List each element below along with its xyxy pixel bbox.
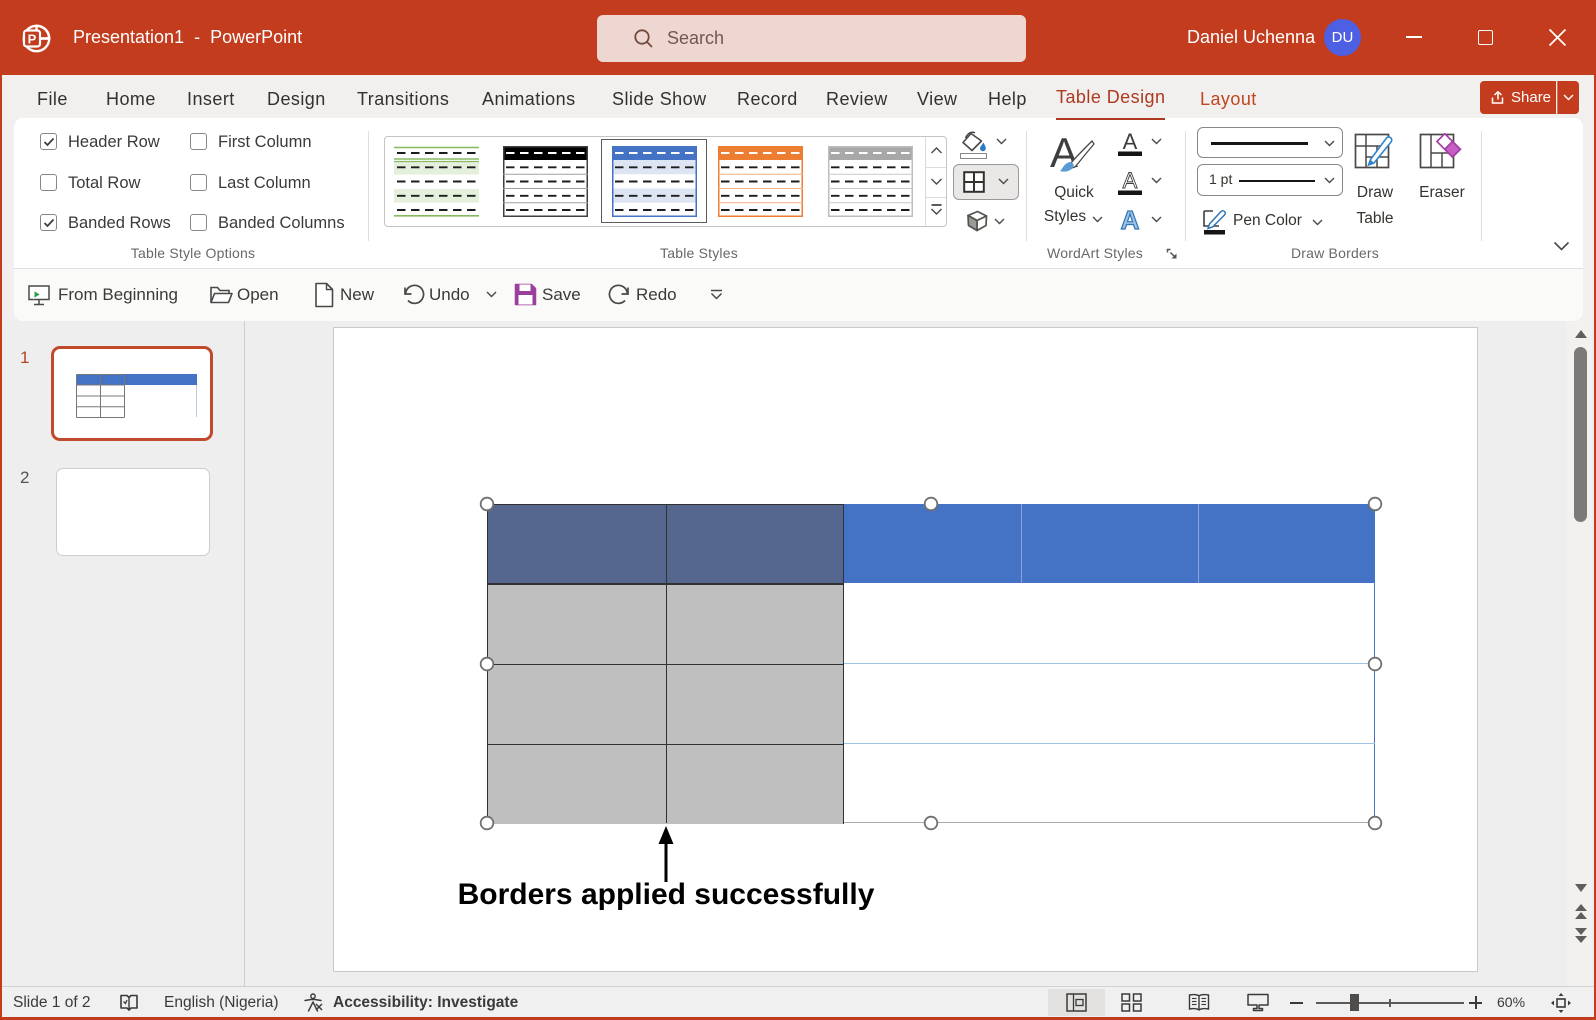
svg-text:A: A xyxy=(1123,130,1138,154)
svg-text:A: A xyxy=(1121,207,1140,234)
svg-text:A: A xyxy=(1123,169,1138,193)
svg-text:P: P xyxy=(28,32,37,47)
